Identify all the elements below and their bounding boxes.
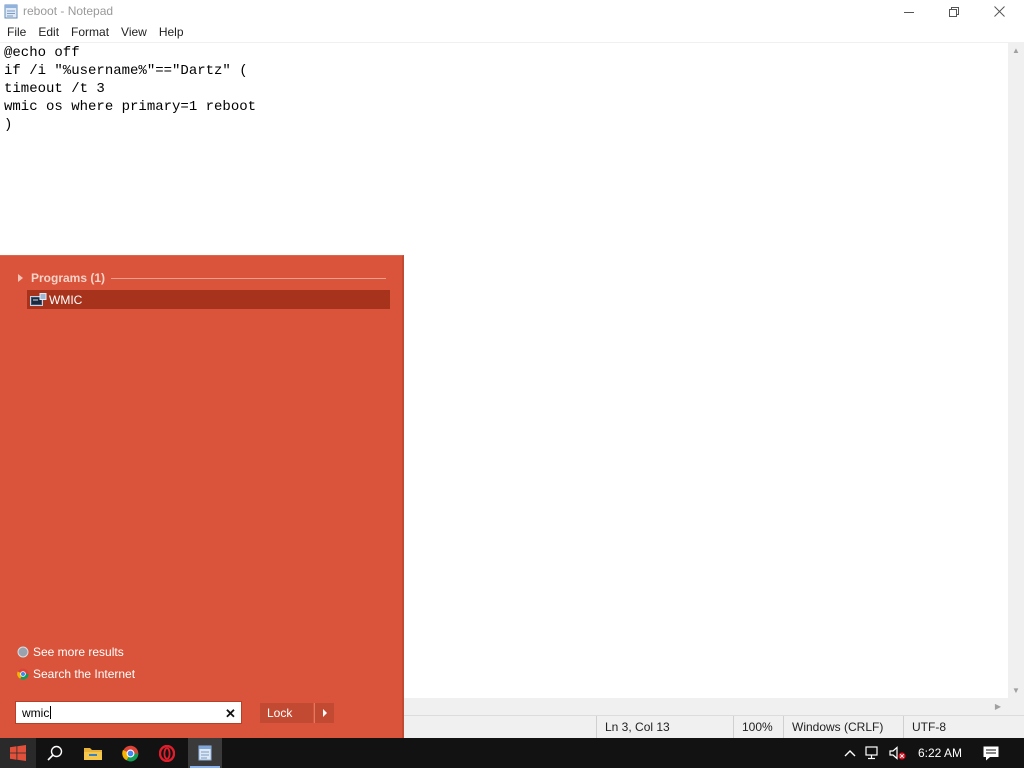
scroll-right-icon[interactable]: ▶ — [990, 698, 1006, 715]
cursor-position: Ln 3, Col 13 — [596, 716, 731, 738]
cursor-position-text: Ln 3, Col 13 — [605, 720, 670, 734]
clock[interactable]: 6:22 AM — [912, 738, 968, 768]
restore-button[interactable] — [931, 0, 977, 23]
editor-line: wmic os where primary=1 reboot — [4, 99, 257, 115]
encoding: UTF-8 — [903, 716, 1024, 738]
network-icon — [865, 746, 878, 760]
encoding-text: UTF-8 — [912, 720, 946, 734]
tray-overflow-button[interactable] — [840, 738, 860, 768]
chrome-button[interactable] — [113, 738, 147, 768]
see-more-results-label: See more results — [33, 645, 124, 659]
volume-muted-icon — [889, 746, 906, 760]
lock-button[interactable]: Lock — [260, 703, 313, 723]
volume-button[interactable] — [886, 738, 910, 768]
minimize-icon — [904, 11, 914, 13]
network-button[interactable] — [862, 738, 884, 768]
title-bar[interactable]: reboot - Notepad — [0, 0, 1024, 23]
opera-button[interactable] — [150, 738, 184, 768]
start-search-input[interactable]: wmic ✕ — [15, 701, 242, 724]
scroll-down-icon[interactable]: ▼ — [1008, 682, 1024, 698]
menu-format[interactable]: Format — [65, 23, 115, 42]
chrome-small-icon — [17, 668, 29, 680]
notepad-icon — [4, 4, 18, 19]
chrome-icon — [121, 745, 138, 761]
notepad-taskbar-button[interactable] — [188, 738, 222, 768]
search-small-icon — [17, 646, 29, 658]
window-title: reboot - Notepad — [23, 4, 114, 18]
search-result-wmic[interactable]: WMIC — [27, 290, 390, 309]
search-input-value: wmic — [22, 706, 52, 720]
caret-right-icon — [18, 274, 23, 282]
menu-help[interactable]: Help — [153, 23, 190, 42]
file-explorer-button[interactable] — [76, 738, 110, 768]
divider — [111, 277, 386, 279]
clear-icon[interactable]: ✕ — [225, 706, 236, 722]
search-icon — [47, 745, 63, 761]
line-ending-text: Windows (CRLF) — [792, 720, 884, 734]
search-internet-link[interactable]: Search the Internet — [17, 666, 135, 682]
programs-group-header[interactable]: Programs (1) — [18, 270, 386, 286]
editor-line: ) — [4, 117, 13, 133]
search-internet-label: Search the Internet — [33, 667, 136, 681]
zoom-level-text: 100% — [742, 720, 773, 734]
zoom-level: 100% — [733, 716, 783, 738]
search-button[interactable] — [38, 738, 72, 768]
folder-icon — [84, 747, 102, 760]
desktop: reboot - Notepad File Edit Format View H… — [0, 0, 1024, 768]
notepad-icon — [198, 745, 212, 761]
menu-file[interactable]: File — [0, 23, 32, 42]
close-button[interactable] — [976, 0, 1022, 23]
opera-icon — [159, 744, 175, 762]
chevron-up-icon — [844, 750, 856, 757]
power-options-button[interactable] — [314, 703, 334, 723]
menu-edit[interactable]: Edit — [32, 23, 65, 42]
scroll-up-icon[interactable]: ▲ — [1008, 42, 1024, 58]
menu-bar: File Edit Format View Help — [0, 23, 1024, 42]
wmic-app-icon — [30, 292, 47, 306]
see-more-results-link[interactable]: See more results — [17, 644, 124, 660]
chevron-right-icon — [322, 709, 327, 717]
search-result-label: WMIC — [49, 292, 83, 307]
taskbar: 6:22 AM — [0, 738, 1024, 768]
clock-time: 6:22 AM — [917, 746, 963, 760]
windows-logo-icon — [10, 745, 26, 761]
action-center-icon — [983, 746, 999, 760]
lock-button-label: Lock — [267, 706, 293, 720]
menu-view[interactable]: View — [115, 23, 153, 42]
scrollbar-corner — [1008, 698, 1024, 715]
action-center-button[interactable] — [978, 738, 1004, 768]
vertical-scrollbar[interactable]: ▲ ▼ — [1008, 42, 1024, 698]
line-ending: Windows (CRLF) — [783, 716, 903, 738]
restore-icon — [949, 6, 959, 17]
close-icon — [993, 6, 1005, 17]
minimize-button[interactable] — [886, 0, 932, 23]
start-button[interactable] — [0, 738, 36, 768]
editor-line: timeout /t 3 — [4, 81, 105, 97]
editor-line: @echo off — [4, 45, 80, 61]
start-menu: Programs (1) WMIC See more results Searc… — [0, 255, 404, 738]
editor-line: if /i "%username%"=="Dartz" ( — [4, 63, 248, 79]
programs-group-label: Programs (1) — [31, 271, 106, 285]
